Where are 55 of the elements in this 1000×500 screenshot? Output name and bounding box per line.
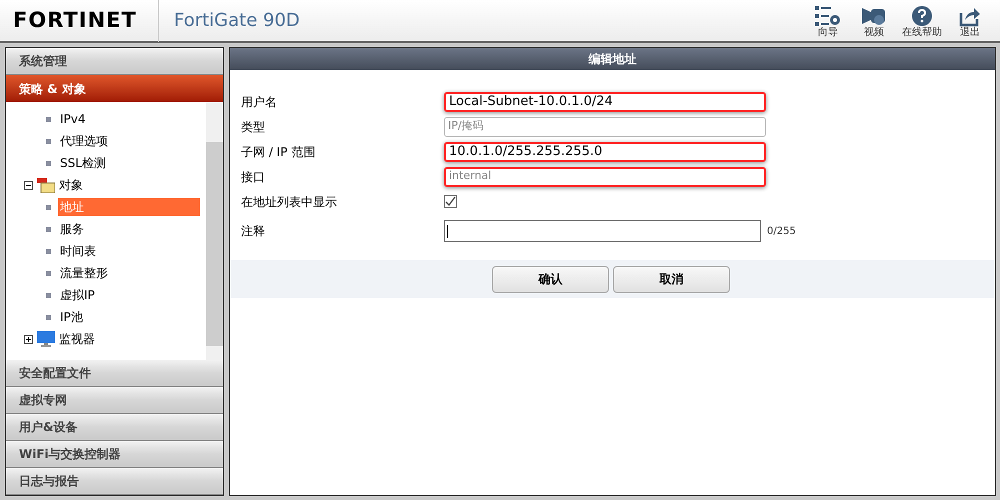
collapse-icon[interactable] — [24, 180, 33, 190]
scrollbar[interactable] — [206, 102, 223, 360]
expand-icon[interactable] — [24, 334, 33, 344]
tree-item[interactable]: 虚拟IP — [58, 286, 97, 304]
text-field[interactable]: 10.0.1.0/255.255.255.0 — [444, 142, 766, 162]
sidebar-section[interactable]: 系统管理 — [6, 48, 223, 75]
folder-icon — [37, 178, 55, 192]
tree-item[interactable]: 时间表 — [58, 242, 98, 260]
toolbar-button[interactable]: 在线帮助 — [902, 5, 942, 39]
toolbar-button[interactable]: 视频 — [856, 5, 892, 39]
bullet-icon — [46, 314, 51, 320]
sidebar-section[interactable]: 策略 & 对象 — [6, 75, 223, 102]
bullet-icon — [46, 226, 51, 232]
comment-field[interactable] — [444, 220, 761, 242]
tree-item[interactable]: IP池 — [58, 308, 85, 326]
bullet-icon — [46, 204, 51, 210]
sidebar-section[interactable]: 用户&设备 — [6, 414, 223, 441]
monitor-icon — [37, 331, 55, 347]
product-title: FortiGate 90D — [173, 9, 300, 33]
field-label: 接口 — [241, 168, 266, 186]
field-label: 在地址列表中显示 — [241, 194, 338, 210]
bullet-icon — [46, 138, 51, 144]
field-label: 注释 — [241, 223, 266, 240]
field-label: 子网 / IP 范围 — [241, 144, 316, 160]
bullet-icon — [46, 116, 51, 122]
export-arrow-icon — [959, 5, 981, 27]
checkbox[interactable] — [444, 195, 457, 208]
help-icon — [911, 5, 933, 27]
tree-item[interactable]: 对象 — [59, 176, 83, 194]
toolbar-button[interactable]: 向导 — [810, 5, 846, 39]
tree-item[interactable]: SSL检测 — [58, 154, 108, 172]
tree-item[interactable]: 代理选项 — [58, 132, 110, 150]
tree-item[interactable]: 服务 — [58, 220, 86, 238]
numbered-list-gear-icon — [815, 5, 841, 27]
bullet-icon — [46, 160, 51, 166]
bullet-icon — [46, 248, 51, 254]
brand-logo: FORTINET — [12, 7, 138, 34]
dialog-title: 编辑地址 — [230, 48, 995, 70]
video-camera-icon — [861, 5, 887, 27]
char-counter: 0/255 — [767, 224, 796, 238]
dialog-button[interactable]: 取消 — [613, 266, 730, 292]
tree-item[interactable]: IPv4 — [58, 110, 88, 128]
sidebar-section[interactable]: 安全配置文件 — [6, 360, 223, 387]
toolbar-button[interactable]: 退出 — [952, 5, 988, 39]
bullet-icon — [46, 292, 51, 298]
sidebar-section[interactable]: 虚拟专网 — [6, 387, 223, 414]
field-label: 用户名 — [241, 94, 278, 110]
dialog-button[interactable]: 确认 — [492, 266, 609, 292]
tree-item[interactable]: 监视器 — [59, 330, 95, 348]
tree-item[interactable]: 流量整形 — [58, 264, 110, 282]
text-field[interactable]: Local-Subnet-10.0.1.0/24 — [444, 92, 766, 112]
sidebar-section[interactable]: 日志与报告 — [6, 468, 223, 495]
field-label: 类型 — [241, 118, 266, 136]
bullet-icon — [46, 270, 51, 276]
sidebar-section[interactable]: WiFi与交换控制器 — [6, 441, 223, 468]
